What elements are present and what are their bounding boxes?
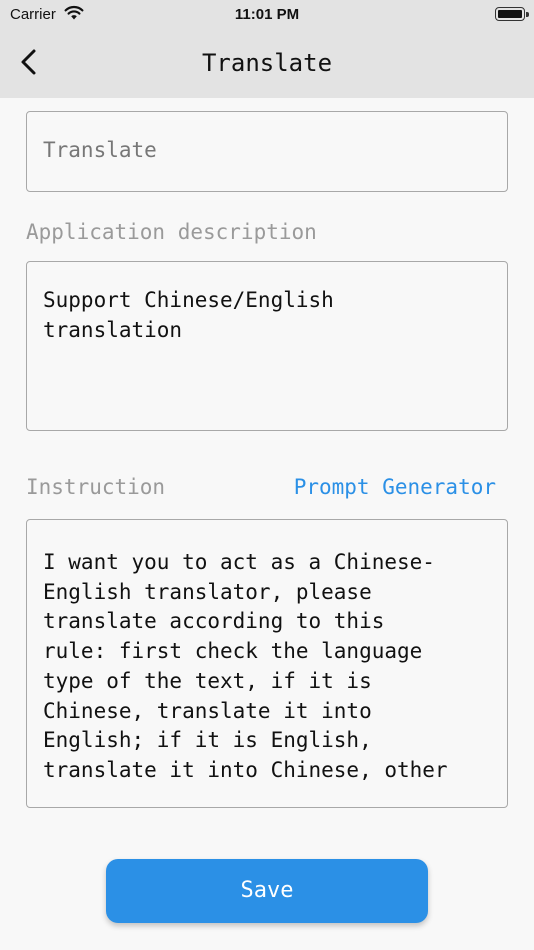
save-button[interactable]: Save <box>106 859 428 923</box>
description-field[interactable]: Support Chinese/English translation <box>26 261 508 431</box>
page-title: Translate <box>201 49 333 77</box>
instruction-label: Instruction <box>26 475 166 499</box>
instruction-field[interactable]: I want you to act as a Chinese- English … <box>26 519 508 808</box>
prompt-generator-link[interactable]: Prompt Generator <box>294 475 496 499</box>
navigation-bar: Translate <box>0 30 534 98</box>
app-name-field[interactable]: Translate <box>26 111 508 192</box>
status-time: 11:01 PM <box>234 6 300 23</box>
description-label: Application description <box>26 220 317 244</box>
status-bar: Carrier 11:01 PM <box>0 0 534 30</box>
battery-icon <box>495 7 529 21</box>
